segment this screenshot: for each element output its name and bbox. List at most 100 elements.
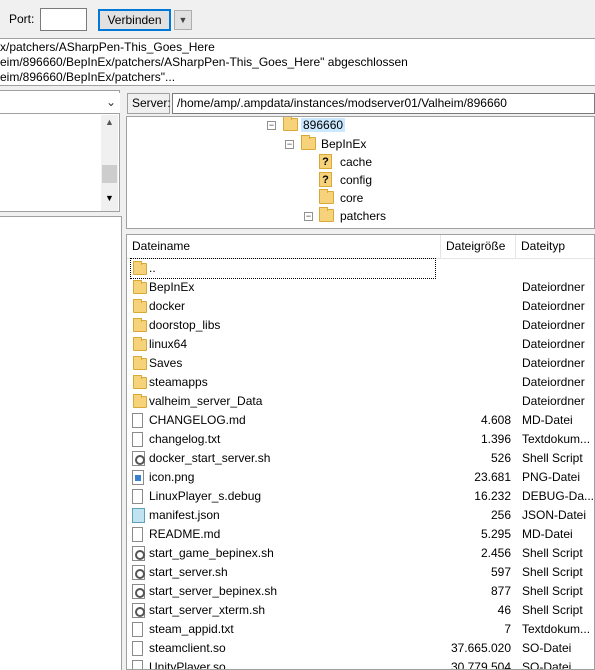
file-type: Dateiordner — [522, 280, 585, 294]
file-row[interactable]: steam_appid.txt 7 Textdokum... — [127, 620, 594, 639]
file-type: PNG-Datei — [522, 470, 581, 484]
file-row[interactable]: UnityPlayer.so 30.779.504 SO-Datei — [127, 658, 594, 670]
scroll-down-icon[interactable]: ▼ — [101, 193, 118, 203]
file-size: 46 — [497, 603, 511, 617]
file-row[interactable]: start_server_xterm.sh 46 Shell Script — [127, 601, 594, 620]
file-name: .. — [149, 261, 156, 275]
file-type: SO-Datei — [522, 641, 572, 655]
parent-directory-row[interactable]: .. — [127, 258, 594, 279]
unknown-folder-icon: ? — [319, 154, 332, 169]
file-type: Dateiordner — [522, 337, 585, 351]
collapse-icon[interactable]: − — [304, 212, 313, 221]
collapse-icon[interactable]: − — [285, 140, 294, 149]
message-log[interactable]: x/patchers/ASharpPen-This_Goes_Here eim/… — [0, 38, 595, 86]
file-type: DEBUG-Da... — [522, 489, 595, 503]
file-type: Shell Script — [522, 451, 583, 465]
file-row[interactable]: CHANGELOG.md 4.608 MD-Datei — [127, 411, 594, 430]
file-size: 597 — [490, 565, 511, 579]
shell-script-icon — [132, 565, 145, 580]
file-name: start_server.sh — [149, 565, 228, 579]
file-row[interactable]: linux64 Dateiordner — [127, 335, 594, 354]
file-row[interactable]: LinuxPlayer_s.debug 16.232 DEBUG-Da... — [127, 487, 595, 506]
image-file-icon — [132, 470, 144, 485]
local-path-combo[interactable]: ⌄ — [0, 93, 120, 114]
file-row[interactable]: steamclient.so 37.665.020 SO-Datei — [127, 639, 594, 658]
file-type: SO-Datei — [522, 660, 572, 670]
file-name: doorstop_libs — [149, 318, 221, 332]
document-icon — [132, 413, 143, 428]
file-row[interactable]: README.md 5.295 MD-Datei — [127, 525, 594, 544]
connect-button[interactable]: Verbinden — [98, 9, 171, 31]
focus-outline — [130, 258, 436, 279]
tree-item-label: patchers — [340, 209, 387, 223]
folder-icon — [283, 117, 298, 131]
file-name: docker — [149, 299, 186, 313]
quickconnect-bar: Port: Verbinden ▼ — [0, 0, 595, 38]
file-type: Dateiordner — [522, 375, 585, 389]
folder-icon — [133, 261, 147, 275]
collapse-icon[interactable]: − — [267, 121, 276, 130]
column-header-name[interactable]: Dateiname — [127, 235, 441, 259]
folder-icon — [319, 189, 334, 204]
local-tree-scrollbar[interactable]: ▲ ▼ — [101, 115, 118, 211]
document-icon — [132, 527, 143, 542]
file-row[interactable]: start_game_bepinex.sh 2.456 Shell Script — [127, 544, 594, 563]
file-row[interactable]: BepInEx Dateiordner — [127, 278, 594, 297]
server-label: Server: — [127, 93, 171, 114]
file-size: 2.456 — [480, 546, 511, 560]
file-type: Shell Script — [522, 603, 583, 617]
file-size: 1.396 — [480, 432, 511, 446]
shell-script-icon — [132, 451, 145, 466]
file-row[interactable]: manifest.json 256 JSON-Datei — [127, 506, 594, 525]
file-size: 7 — [504, 622, 511, 636]
tree-item-label: 896660 — [301, 118, 346, 132]
file-name: changelog.txt — [149, 432, 221, 446]
file-size: 256 — [490, 508, 511, 522]
port-label: Port: — [9, 12, 35, 26]
file-row[interactable]: valheim_server_Data Dateiordner — [127, 392, 594, 411]
file-row[interactable]: changelog.txt 1.396 Textdokum... — [127, 430, 594, 449]
file-row[interactable]: steamapps Dateiordner — [127, 373, 594, 392]
remote-tree[interactable]: − 896660 − BepInEx ? cache ? config core… — [126, 116, 595, 229]
column-header-type[interactable]: Dateityp — [516, 235, 594, 259]
folder-icon — [133, 394, 147, 408]
file-type: JSON-Datei — [522, 508, 587, 522]
file-size: 526 — [490, 451, 511, 465]
file-name: manifest.json — [149, 508, 220, 522]
file-type: Shell Script — [522, 546, 583, 560]
folder-icon — [319, 207, 334, 222]
local-file-list[interactable] — [0, 216, 122, 670]
file-size: 37.665.020 — [450, 641, 511, 655]
file-type: Dateiordner — [522, 299, 585, 313]
column-header-size[interactable]: Dateigröße — [441, 235, 516, 259]
remote-path-input[interactable]: /home/amp/.ampdata/instances/modserver01… — [172, 93, 595, 114]
quickconnect-dropdown-button[interactable]: ▼ — [174, 10, 192, 30]
log-line: eim/896660/BepInEx/patchers/ASharpPen-Th… — [0, 55, 408, 69]
document-icon — [132, 622, 143, 637]
file-row[interactable]: Saves Dateiordner — [127, 354, 594, 373]
scroll-up-icon[interactable]: ▲ — [101, 117, 118, 127]
file-type: Dateiordner — [522, 394, 585, 408]
chevron-down-icon[interactable]: ⌄ — [106, 95, 116, 109]
folder-icon — [301, 135, 316, 150]
file-name: icon.png — [149, 470, 195, 484]
file-name: start_game_bepinex.sh — [149, 546, 274, 560]
file-name: README.md — [149, 527, 221, 541]
file-name: CHANGELOG.md — [149, 413, 246, 427]
file-row[interactable]: start_server.sh 597 Shell Script — [127, 563, 594, 582]
file-row[interactable]: doorstop_libs Dateiordner — [127, 316, 594, 335]
file-name: steamapps — [149, 375, 208, 389]
document-icon — [132, 641, 143, 656]
remote-file-list[interactable]: ⌃ Dateiname Dateigröße Dateityp .. BepInE… — [126, 234, 595, 670]
tree-item-label: cache — [340, 155, 373, 169]
file-row[interactable]: docker Dateiordner — [127, 297, 594, 316]
scrollbar-thumb[interactable] — [102, 165, 117, 183]
file-row[interactable]: docker_start_server.sh 526 Shell Script — [127, 449, 594, 468]
file-row[interactable]: icon.png 23.681 PNG-Datei — [127, 468, 594, 487]
file-size: 23.681 — [474, 470, 511, 484]
file-name: Saves — [149, 356, 183, 370]
port-input[interactable] — [40, 8, 87, 31]
log-line: eim/896660/BepInEx/patchers"... — [0, 70, 176, 84]
file-row[interactable]: start_server_bepinex.sh 877 Shell Script — [127, 582, 594, 601]
document-icon — [132, 660, 143, 669]
